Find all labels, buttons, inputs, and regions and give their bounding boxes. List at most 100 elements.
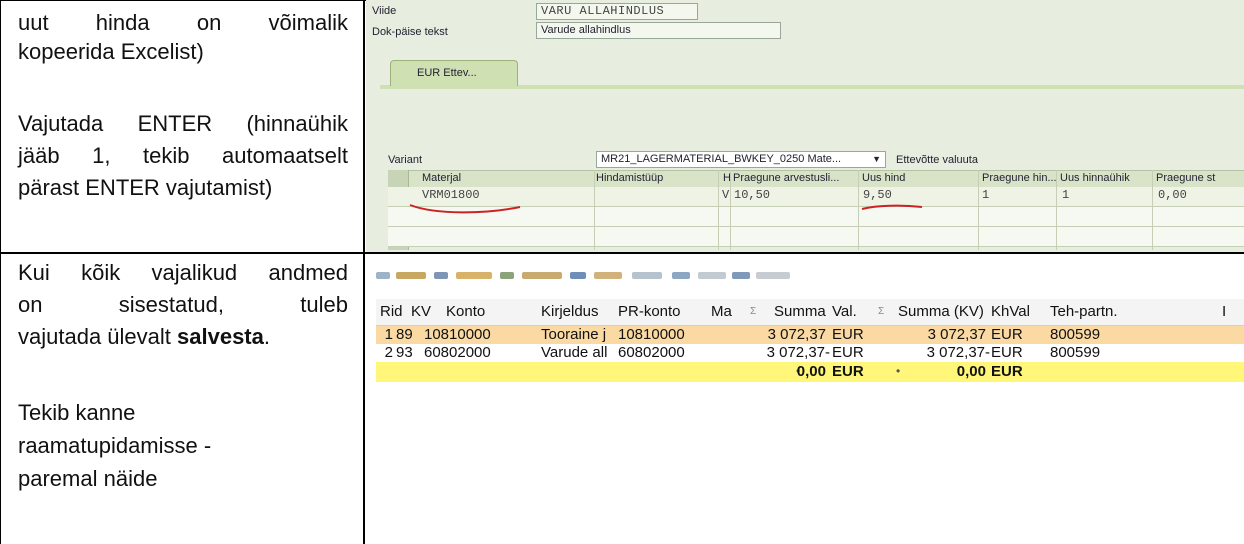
dok-header-label: Dok-päise tekst [372, 26, 448, 38]
amount-cell: 3 072,37- [766, 344, 830, 361]
toolbar-icon[interactable] [522, 272, 562, 279]
current-price-cell[interactable]: 10,50 [734, 188, 770, 202]
save-keyword: salvesta [177, 324, 264, 349]
instruction-line: on sisestatud, tuleb [18, 292, 348, 317]
col-header[interactable]: Val. [832, 303, 857, 320]
instruction-line: uut hinda on võimalik [18, 10, 348, 35]
toolbar-icon[interactable] [594, 272, 622, 279]
instruction-line: paremal näide [18, 466, 158, 491]
total-row[interactable]: • 0,00 EUR • 0,00 EUR [376, 362, 1244, 382]
material-cell[interactable]: VRM01800 [422, 188, 480, 202]
total-amount-kv: 0,00 [956, 363, 986, 380]
variant-value: MR21_LAGERMATERIAL_BWKEY_0250 Mate... [601, 153, 842, 165]
col-header[interactable]: Praegune hin... [982, 172, 1057, 184]
column-divider [730, 170, 731, 250]
col-header-cut[interactable]: I [1222, 303, 1226, 320]
new-price-cell[interactable]: 9,50 [863, 188, 892, 202]
instruction-line: vajutada ülevalt salvesta. [18, 322, 348, 351]
sigma-icon[interactable]: Σ [878, 306, 884, 317]
table-border-left [0, 0, 1, 544]
column-divider [594, 170, 595, 250]
col-header[interactable]: KV [411, 303, 431, 320]
kv-cell: 93 [396, 344, 413, 361]
column-divider [1152, 170, 1153, 250]
dok-header-field[interactable]: Varude allahindlus [536, 22, 781, 39]
toolbar-icon[interactable] [396, 272, 426, 279]
sigma-icon[interactable]: Σ [750, 306, 756, 317]
toolbar-icon[interactable] [756, 272, 790, 279]
toolbar-icon[interactable] [632, 272, 662, 279]
partner-cell: 800599 [1050, 326, 1101, 343]
underline-annotation-material [409, 204, 521, 214]
currency-kv-cell: EUR [991, 344, 1023, 361]
table-row[interactable]: 2 93 60802000 Varude all 60802000 3 072,… [376, 344, 1244, 363]
col-header[interactable]: Teh-partn. [1050, 303, 1118, 320]
description-cell: Tooraine j [541, 326, 607, 343]
toolbar-icon[interactable] [672, 272, 690, 279]
toolbar-icon[interactable] [570, 272, 586, 279]
account-cell: 10810000 [424, 326, 491, 343]
toolbar-icon[interactable] [500, 272, 514, 279]
chevron-down-icon[interactable]: ▼ [872, 152, 881, 167]
instruction-line: jääb 1, tekib automaatselt [18, 143, 348, 168]
tab-eur-company[interactable]: EUR Ettev... [390, 60, 518, 86]
instruction-text: vajutada ülevalt [18, 324, 171, 349]
viide-label: Viide [372, 5, 397, 17]
partner-cell: 800599 [1050, 344, 1101, 361]
toolbar-icon[interactable] [698, 272, 726, 279]
instruction-line: Tekib kanne [18, 400, 136, 425]
total-currency: EUR [832, 363, 864, 380]
total-amount: 0,00 [796, 363, 826, 380]
sap-revaluation-screenshot: Viide VARU ALLAHINDLUS Dok-päise tekst V… [366, 0, 1244, 252]
instruction-line: kopeerida Excelist) [18, 39, 204, 64]
instruction-cell-1: uut hinda on võimalik kopeerida Excelist… [18, 8, 348, 202]
current-std-cell[interactable]: 0,00 [1158, 188, 1187, 202]
col-header[interactable]: KhVal [991, 303, 1030, 320]
col-header[interactable]: Uus hind [862, 172, 905, 184]
h-cell[interactable]: V [722, 188, 729, 202]
col-header[interactable]: Konto [446, 303, 485, 320]
amount-cell: 3 072,37 [767, 326, 826, 343]
col-header[interactable]: Praegune arvestusli... [733, 172, 839, 184]
variant-select[interactable]: MR21_LAGERMATERIAL_BWKEY_0250 Mate... ▼ [596, 151, 886, 168]
instruction-line: raamatupidamisse - [18, 433, 212, 458]
instruction-cell-2: Kui kõik vajalikud andmed on sisestatud,… [18, 258, 348, 493]
description-cell: Varude all [541, 344, 608, 361]
pr-account-cell: 60802000 [618, 344, 685, 361]
col-header[interactable]: Summa (KV) [898, 303, 984, 320]
new-unit-cell[interactable]: 1 [1062, 188, 1069, 202]
table-row[interactable] [388, 227, 1244, 247]
total-marker: • [896, 364, 901, 378]
viide-field[interactable]: VARU ALLAHINDLUS [536, 3, 698, 20]
period: . [263, 324, 270, 349]
col-header[interactable]: PR-konto [618, 303, 681, 320]
kv-cell: 89 [396, 326, 413, 343]
col-header[interactable]: Uus hinnaühik [1060, 172, 1130, 184]
currency-cell: EUR [832, 326, 864, 343]
rid-cell: 2 [384, 344, 393, 361]
sap-accounting-entry-screenshot: Rid KV Konto Kirjeldus PR-konto Ma Σ Sum… [366, 254, 1244, 544]
currency-kv-cell: EUR [991, 326, 1023, 343]
instruction-line [18, 66, 348, 95]
col-header[interactable]: Rid [380, 303, 403, 320]
amount-kv-cell: 3 072,37 [927, 326, 986, 343]
col-header[interactable]: Ma [711, 303, 732, 320]
toolbar-icon[interactable] [434, 272, 448, 279]
table-row[interactable]: 1 89 10810000 Tooraine j 10810000 3 072,… [376, 326, 1244, 344]
table-column-divider [363, 0, 365, 544]
col-header[interactable]: Kirjeldus [541, 303, 599, 320]
instruction-line: Kui kõik vajalikud andmed [18, 260, 348, 285]
col-header[interactable]: Hindamistüüp [596, 172, 663, 184]
col-header[interactable]: Praegune st [1156, 172, 1215, 184]
amount-kv-cell: 3 072,37- [926, 344, 990, 361]
toolbar-icon[interactable] [732, 272, 750, 279]
currency-cell: EUR [832, 344, 864, 361]
column-divider [978, 170, 979, 250]
col-header[interactable]: Summa [774, 303, 826, 320]
toolbar-icon[interactable] [456, 272, 492, 279]
rid-cell: 1 [384, 326, 393, 343]
col-header[interactable]: Materjal [422, 172, 461, 184]
account-cell: 60802000 [424, 344, 491, 361]
toolbar-icon[interactable] [376, 272, 390, 279]
current-unit-cell[interactable]: 1 [982, 188, 989, 202]
